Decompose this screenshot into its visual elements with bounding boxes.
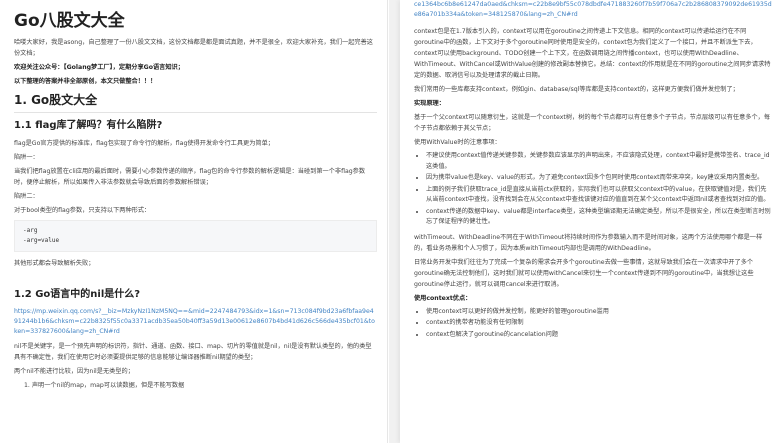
right-page: ce1364bc6b8e61247da0aed&chksm=c22b8e9bf5… <box>400 0 780 443</box>
code-line: -arg=value <box>23 237 60 244</box>
trap-two-conclusion: 其他形式都会导致解析失败； <box>14 260 95 267</box>
list-item: context包解决了goroutine的cancelation问题 <box>426 330 772 341</box>
left-page: Go八股文大全 哈喽大家好，我是asong，自己整理了一份八股文文档，这份文档都… <box>0 0 388 443</box>
document-title: Go八股文大全 <box>14 11 125 31</box>
withvalue-notes-label: 使用WithValue时的注意事项： <box>414 139 501 146</box>
code-line: -arg <box>23 227 38 234</box>
question-heading-flag: 1.1 flag库了解吗？有什么陷阱? <box>14 120 163 131</box>
article-link-continued[interactable]: ce1364bc6b8e61247da0aed&chksm=c22b8e9bf5… <box>414 0 772 20</box>
implementation-label: 实现原理： <box>414 100 445 107</box>
context-tree: 基于一个父context可以随意衍生，这就是一个context树，树的每个节点都… <box>414 114 771 132</box>
list-item: 使用context可以更好的做并发控制，能更好的管理goroutine滥用 <box>426 307 772 318</box>
question-heading-nil: 1.2 Go语言中的nil是什么? <box>14 289 141 300</box>
nil-description: nil不是关键字，是一个预先声明的标识符，指针、通道、函数、接口、map、切片的… <box>14 343 372 361</box>
advantages-label: 使用context优点： <box>414 294 472 302</box>
welcome-note: 欢迎关注公众号：【Golang梦工厂】，定期分享Go语言知识； <box>14 64 184 71</box>
nil-map-item: 1. 声明一个nil的map，map可以读数据，但是不能写数据 <box>24 382 185 389</box>
list-item: context的携带者功能没有任何限制 <box>426 318 772 329</box>
withvalue-notes-list: 不建议使用context值传递关键参数，关键参数应该显示的声明出来，不应该隐式处… <box>426 151 772 228</box>
timeout-vs-deadline: withTimeout、WithDeadline不同在于WithTimeout将… <box>414 233 763 252</box>
intro-paragraph: 哈喽大家好，我是asong，自己整理了一份八股文文档，这份文档都是都是面试真题，… <box>14 39 373 57</box>
withcancel-usage: 日常业务开发中我们往往为了完成一个复杂的需求会开多个goroutine去做一些事… <box>414 258 754 288</box>
context-intro: context包是在1.7版本引入的，context可以用在goroutine之… <box>414 28 771 79</box>
code-block: -arg -arg=value <box>14 220 377 252</box>
trap-two-label: 陷阱二： <box>14 193 39 200</box>
flag-description: flag是Go官方提供的标准库，flag包实现了命令行的解析，flag使得开发命… <box>14 140 274 147</box>
advantages-list: 使用context可以更好的做并发控制，能更好的管理goroutine滥用 co… <box>426 307 772 341</box>
list-item: 不建议使用context值传递关键参数，关键参数应该显示的声明出来，不应该隐式处… <box>426 151 772 172</box>
context-libraries: 我们常用的一些库都支持context，例如gin、database/sql等库都… <box>414 86 739 93</box>
page-gutter <box>389 0 400 443</box>
trap-one-text: 当我们把flag放置在cli应用的最后面时，需要小心参数传递的顺序，flag包的… <box>14 168 366 186</box>
trap-one-label: 陷阱一： <box>14 154 39 161</box>
section-heading: 1. Go股文大全 <box>14 93 377 113</box>
article-link[interactable]: https://mp.weixin.qq.com/s?__biz=MzkyNzI… <box>14 307 377 337</box>
list-item: 上面的例子我们获取trace_id是直接从当前ctx获取的，实际我们也可以获取父… <box>426 185 772 206</box>
nil-compare-note: 两个nil不能进行比较，因为nil是无类型的； <box>14 368 134 375</box>
list-item: context传递的数据中key、value都是interface类型，这种类型… <box>426 207 772 228</box>
originality-notice: 以下整理的答案并非全部原创，本文只做整合！！！ <box>14 78 157 85</box>
trap-two-text: 对于bool类型的flag参数，只支持以下两种形式： <box>14 207 151 214</box>
list-item: 因为携带value也是key、value的形式，为了避免context因多个包同… <box>426 173 772 184</box>
